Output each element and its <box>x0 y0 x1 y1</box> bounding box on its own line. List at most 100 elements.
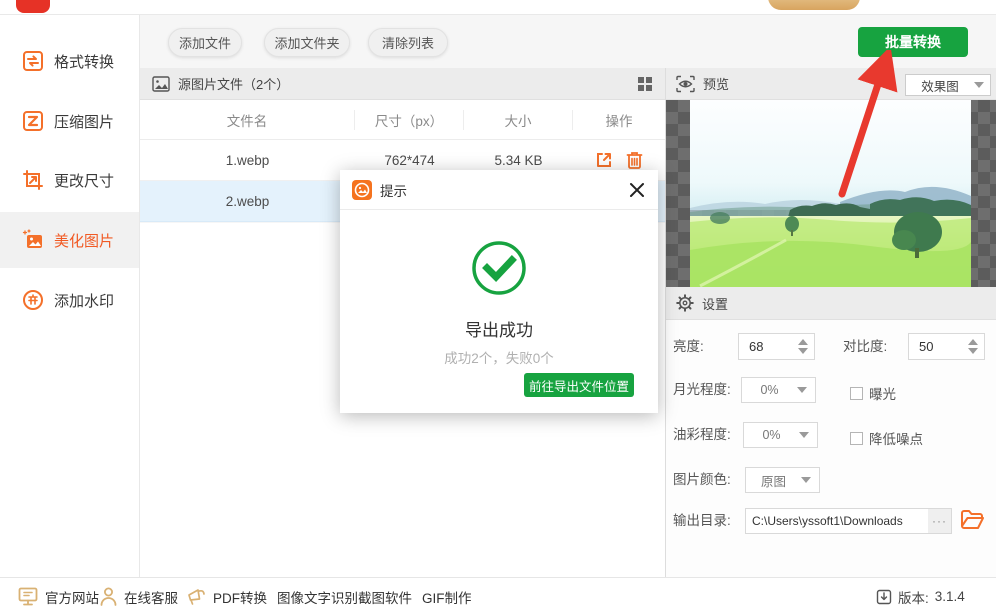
megaphone-icon <box>188 589 205 605</box>
app-logo-icon <box>16 0 50 13</box>
footer-link-label: PDF转换 <box>213 590 267 606</box>
chevron-down-icon <box>797 387 807 393</box>
sidebar-item-label: 添加水印 <box>54 292 115 310</box>
footer: 官方网站 在线客服 PDF转换 图像文字识别 截图软件 GIF制作 版本: 3.… <box>0 577 996 615</box>
preview-eye-icon <box>676 75 695 92</box>
stepper-arrows[interactable] <box>962 334 984 359</box>
footer-official-site[interactable]: 官方网站 <box>18 587 99 607</box>
clear-list-button[interactable]: 清除列表 <box>368 28 448 57</box>
sidebar-item-label: 格式转换 <box>54 53 115 71</box>
row-actions <box>573 151 665 169</box>
grid-view-icon[interactable] <box>637 76 653 92</box>
footer-gif-maker[interactable]: GIF制作 <box>422 587 472 607</box>
titlebar <box>0 0 996 15</box>
ellipsis-label: ··· <box>932 514 947 528</box>
oilpaint-select[interactable]: 0% <box>743 422 818 448</box>
footer-link-label: 截图软件 <box>358 590 412 606</box>
table-header: 文件名 尺寸（px） 大小 操作 <box>140 100 665 140</box>
sidebar-item-format-convert[interactable]: 格式转换 <box>0 33 139 89</box>
preview-title: 预览 <box>703 77 730 92</box>
sidebar-item-watermark[interactable]: 添加水印 <box>0 272 139 328</box>
footer-online-support[interactable]: 在线客服 <box>100 587 178 607</box>
file-dimensions: 762*474 <box>384 152 435 168</box>
arrow-up-icon <box>798 339 808 345</box>
dialog-app-icon <box>352 179 372 200</box>
footer-screenshot[interactable]: 截图软件 <box>358 587 412 607</box>
beautify-image-icon <box>22 229 42 248</box>
batch-convert-button[interactable]: 批量转换 <box>858 27 968 57</box>
browse-more-button[interactable]: ··· <box>928 508 952 534</box>
chevron-down-icon <box>799 432 809 438</box>
dialog-message: 导出成功 <box>465 321 533 340</box>
vip-button[interactable] <box>768 0 860 10</box>
brightness-stepper[interactable]: 68 <box>738 333 815 360</box>
footer-ocr[interactable]: 图像文字识别 <box>277 587 358 607</box>
image-color-select[interactable]: 原图 <box>745 467 820 493</box>
download-icon <box>876 589 892 604</box>
preview-mode-value: 效果图 <box>921 79 959 94</box>
delete-icon[interactable] <box>626 151 643 169</box>
oilpaint-value: 0% <box>762 428 781 442</box>
settings-title: 设置 <box>702 296 729 312</box>
clear-list-label: 清除列表 <box>381 36 434 51</box>
batch-convert-label: 批量转换 <box>885 34 941 50</box>
resize-icon <box>23 170 43 190</box>
column-actions: 操作 <box>605 113 633 129</box>
sidebar-item-label: 更改尺寸 <box>54 172 115 190</box>
output-dir-input[interactable] <box>745 508 929 534</box>
sidebar-item-resize[interactable]: 美化图片 更改尺寸 <box>0 152 139 208</box>
file-name: 2.webp <box>225 193 270 209</box>
contrast-label: 对比度: <box>843 339 888 354</box>
image-file-icon <box>152 75 170 92</box>
monitor-icon <box>18 587 38 606</box>
settings-header: 设置 <box>666 287 996 320</box>
column-size: 大小 <box>464 109 573 130</box>
close-icon[interactable] <box>628 181 646 199</box>
success-check-icon <box>472 241 526 295</box>
dialog-action-label: 前往导出文件位置 <box>528 379 629 394</box>
source-files-title: 源图片文件（2个） <box>178 77 290 92</box>
sidebar-item-compress-image[interactable]: 压缩图片 <box>0 93 139 149</box>
version-label: 版本: <box>898 590 929 606</box>
brightness-label: 亮度: <box>673 339 704 354</box>
file-name: 1.webp <box>225 152 270 168</box>
dialog-detail: 成功2个，失败0个 <box>444 351 554 366</box>
sidebar-item-label: 美化图片 <box>54 232 115 250</box>
arrow-down-icon <box>798 348 808 354</box>
app-window: 格式转换 压缩图片 美化图片 更改尺寸 美化图片 <box>0 0 996 615</box>
watermark-icon <box>23 290 43 310</box>
go-to-export-location-button[interactable]: 前往导出文件位置 <box>524 373 634 397</box>
preview-image <box>690 100 971 287</box>
format-convert-icon <box>23 51 43 71</box>
denoise-label: 降低噪点 <box>869 432 923 447</box>
footer-pdf-convert[interactable]: PDF转换 <box>186 587 267 607</box>
denoise-checkbox[interactable]: 降低噪点 <box>850 428 923 448</box>
open-location-icon[interactable] <box>595 151 613 169</box>
sidebar-item-beautify-image[interactable]: 美化图片 <box>0 212 139 268</box>
oilpaint-label: 油彩程度: <box>673 427 731 442</box>
moonlight-select[interactable]: 0% <box>741 377 816 403</box>
source-files-header: 源图片文件（2个） <box>140 68 665 100</box>
arrow-down-icon <box>968 348 978 354</box>
export-success-dialog: 提示 导出成功 成功2个，失败0个 前往导出文件位置 <box>340 170 658 413</box>
checkbox-box <box>850 431 863 445</box>
exposure-label: 曝光 <box>869 387 896 402</box>
image-color-label: 图片颜色: <box>673 472 731 487</box>
checkbox-box <box>850 386 863 400</box>
preview-mode-select[interactable]: 效果图 <box>905 74 991 96</box>
moonlight-value: 0% <box>760 383 779 397</box>
footer-link-label: 官方网站 <box>45 590 99 606</box>
file-size: 5.34 KB <box>494 152 543 168</box>
add-file-button[interactable]: 添加文件 <box>168 28 242 57</box>
compress-image-icon <box>23 111 43 131</box>
add-folder-button[interactable]: 添加文件夹 <box>264 28 350 57</box>
open-folder-icon[interactable] <box>960 509 984 531</box>
gear-icon <box>676 294 694 312</box>
exposure-checkbox[interactable]: 曝光 <box>850 383 896 403</box>
column-dimensions: 尺寸（px） <box>355 109 464 130</box>
column-filename: 文件名 <box>140 109 355 130</box>
dialog-title: 提示 <box>380 183 407 199</box>
sidebar: 格式转换 压缩图片 美化图片 更改尺寸 美化图片 <box>0 15 140 577</box>
contrast-stepper[interactable]: 50 <box>908 333 985 360</box>
stepper-arrows[interactable] <box>792 334 814 359</box>
